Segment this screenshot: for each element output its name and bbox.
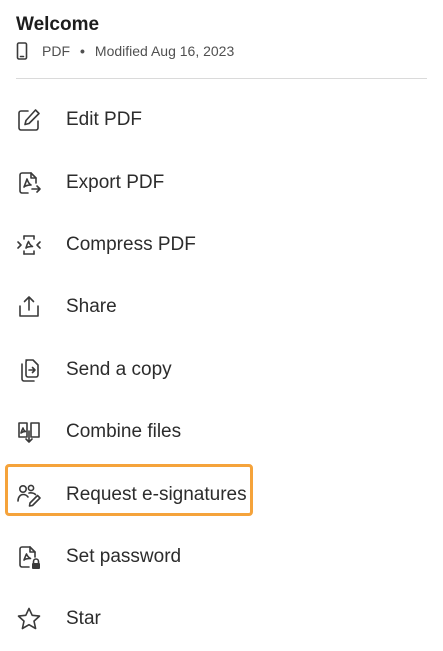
menu-item-label: Send a copy <box>66 358 172 380</box>
request-signatures-icon <box>16 482 42 508</box>
file-meta: PDF • Modified Aug 16, 2023 <box>16 40 427 62</box>
file-type: PDF <box>42 43 70 59</box>
file-modified-date: Modified Aug 16, 2023 <box>94 43 235 59</box>
menu-item-export-pdf[interactable]: Export PDF <box>0 151 443 213</box>
menu-item-label: Edit PDF <box>66 109 143 131</box>
menu-item-combine-files[interactable]: Combine files <box>0 401 443 463</box>
menu-item-set-password[interactable]: Set password <box>0 526 443 588</box>
menu-item-send-copy[interactable]: Send a copy <box>0 339 443 401</box>
menu-item-edit-pdf[interactable]: Edit PDF <box>0 89 443 151</box>
file-header: Welcome PDF • Modified Aug 16, 2023 <box>16 12 427 62</box>
combine-files-icon <box>16 419 42 445</box>
menu-item-request-signatures[interactable]: Request e-signatures <box>0 463 443 525</box>
header-divider <box>16 78 427 79</box>
compress-pdf-icon <box>16 232 42 258</box>
set-password-icon <box>16 544 42 570</box>
menu-item-label: Share <box>66 296 117 318</box>
edit-pdf-icon <box>16 107 42 133</box>
menu-item-star[interactable]: Star <box>0 588 443 650</box>
file-title: Welcome <box>16 14 100 35</box>
menu-item-label: Export PDF <box>66 171 165 193</box>
file-actions-menu: Edit PDF Export PDF Compress PDF Share S… <box>0 89 443 651</box>
menu-item-label: Star <box>66 608 101 630</box>
share-icon <box>16 294 42 320</box>
menu-item-compress-pdf[interactable]: Compress PDF <box>0 214 443 276</box>
menu-item-label: Compress PDF <box>66 233 196 255</box>
menu-item-label: Combine files <box>66 421 182 443</box>
menu-item-label: Request e-signatures <box>66 483 247 505</box>
phone-icon <box>16 42 28 60</box>
menu-item-share[interactable]: Share <box>0 276 443 338</box>
meta-separator: • <box>80 43 85 59</box>
menu-item-label: Set password <box>66 545 182 567</box>
export-pdf-icon <box>16 170 42 196</box>
star-icon <box>16 606 42 632</box>
send-copy-icon <box>16 357 42 383</box>
